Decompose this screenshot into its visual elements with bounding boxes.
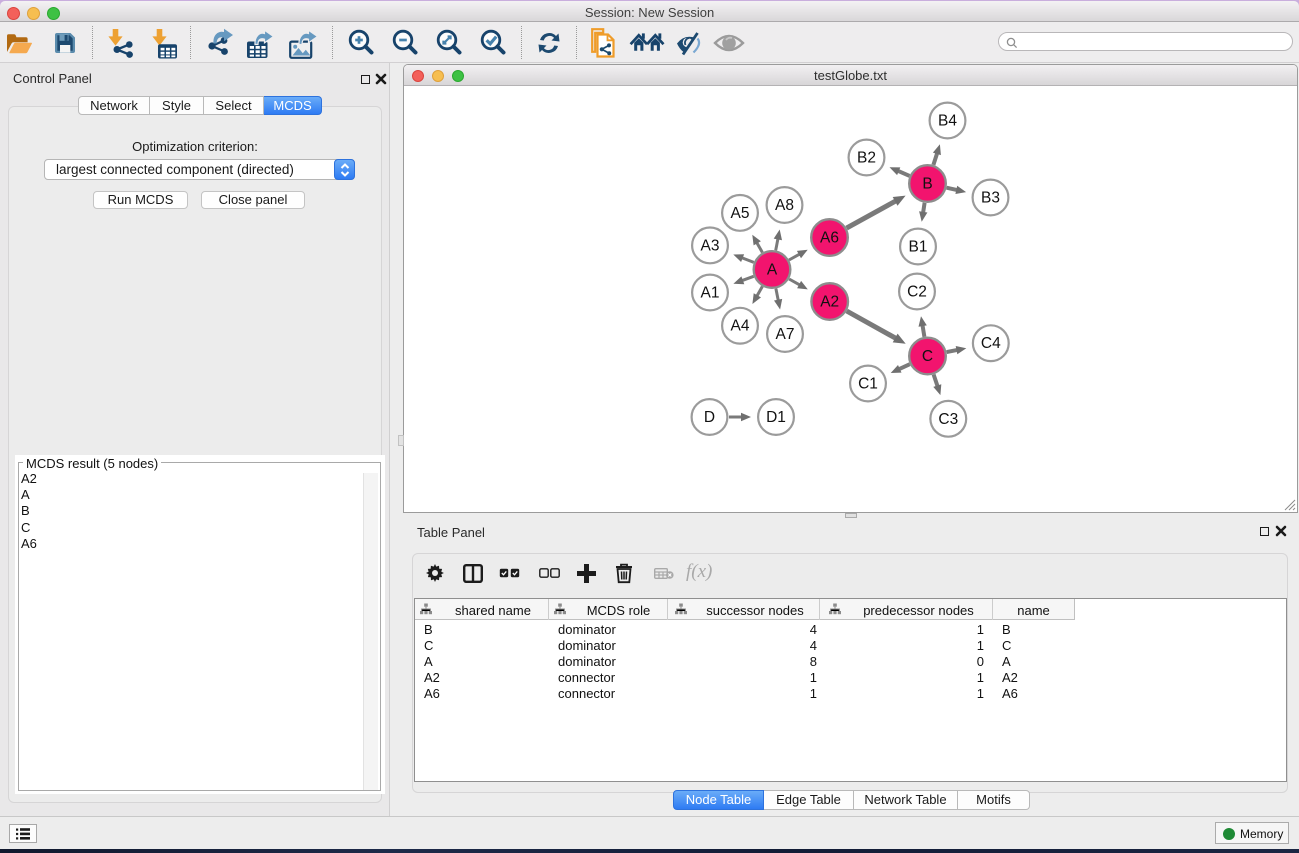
svg-text:D: D [704, 409, 715, 426]
svg-text:B3: B3 [981, 190, 1000, 207]
svg-text:D1: D1 [766, 409, 786, 426]
svg-text:B2: B2 [857, 150, 876, 167]
svg-text:C2: C2 [907, 284, 927, 301]
svg-text:A4: A4 [731, 318, 750, 335]
svg-text:A: A [767, 262, 778, 279]
svg-text:A8: A8 [775, 197, 794, 214]
svg-text:A2: A2 [820, 294, 839, 311]
svg-text:B1: B1 [909, 239, 928, 256]
svg-text:A6: A6 [820, 230, 839, 247]
svg-text:C3: C3 [938, 411, 958, 428]
svg-text:A5: A5 [731, 205, 750, 222]
svg-text:B4: B4 [938, 113, 957, 130]
svg-text:C1: C1 [858, 376, 878, 393]
svg-text:A7: A7 [776, 326, 795, 343]
svg-text:B: B [922, 176, 932, 193]
svg-text:C: C [922, 348, 933, 365]
svg-text:A3: A3 [701, 237, 720, 254]
svg-text:C4: C4 [981, 335, 1001, 352]
svg-text:A1: A1 [701, 285, 720, 302]
